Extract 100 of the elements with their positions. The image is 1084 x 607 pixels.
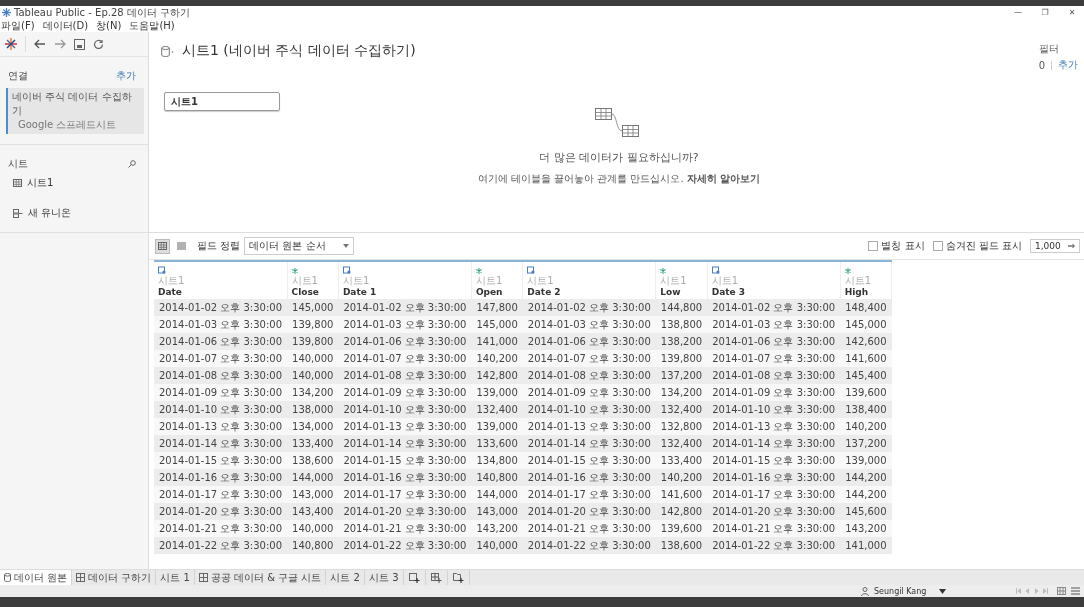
- add-connection-link[interactable]: 추가: [116, 69, 136, 83]
- table-cell: 139,800: [655, 350, 708, 367]
- table-cell: 2014-01-02 오후 3:30:00: [154, 299, 288, 316]
- table-cell: 137,200: [840, 435, 892, 452]
- table-cell: 2014-01-14 오후 3:30:00: [154, 435, 288, 452]
- sheet-tab[interactable]: 데이터 원본: [0, 570, 73, 585]
- table-cell: 2014-01-09 오후 3:30:00: [707, 384, 841, 401]
- table-cell: 2014-01-10 오후 3:30:00: [154, 401, 288, 418]
- search-icon[interactable]: [128, 160, 136, 168]
- table-cell: 138,600: [287, 452, 339, 469]
- table-cell: 133,400: [655, 452, 708, 469]
- calendar-icon: [527, 266, 536, 274]
- menu-item[interactable]: 파일(F): [1, 18, 35, 33]
- grid-icon: [158, 242, 167, 250]
- table-cell: 2014-01-03 오후 3:30:00: [338, 316, 472, 333]
- data-source-title[interactable]: 시트1 (네이버 주식 데이터 수집하기): [182, 42, 416, 60]
- table-cell: 2014-01-22 오후 3:30:00: [522, 537, 656, 554]
- filter-label: 필터: [1038, 43, 1059, 54]
- table-cell: 2014-01-13 오후 3:30:00: [154, 418, 288, 435]
- table-cell: 143,200: [840, 520, 892, 537]
- grid-view-icon[interactable]: [1057, 587, 1066, 595]
- app-logo-icon: [2, 8, 11, 17]
- grid-view-button[interactable]: [155, 238, 170, 254]
- table-cell: 2014-01-09 오후 3:30:00: [522, 384, 656, 401]
- table-cell: 2014-01-20 오후 3:30:00: [707, 503, 841, 520]
- table-cell: 139,800: [287, 333, 339, 350]
- refresh-icon[interactable]: [93, 38, 104, 50]
- table-cell: 145,400: [840, 367, 892, 384]
- dashboard-icon: [198, 573, 208, 582]
- window-control[interactable]: —: [1006, 8, 1030, 17]
- table-cell: 141,600: [655, 486, 708, 503]
- table-cell: 2014-01-21 오후 3:30:00: [707, 520, 841, 537]
- sheet-item[interactable]: 시트1: [27, 176, 54, 190]
- table-cell: 147,800: [471, 299, 523, 316]
- table-cell: 2014-01-06 오후 3:30:00: [522, 333, 656, 350]
- table-cell: 2014-01-22 오후 3:30:00: [154, 537, 288, 554]
- table-pill[interactable]: 시트1: [164, 92, 280, 111]
- menu-item[interactable]: 창(N): [96, 18, 122, 33]
- table-cell: 2014-01-13 오후 3:30:00: [338, 418, 472, 435]
- add-filter-link[interactable]: 추가: [1058, 58, 1078, 72]
- sort-dropdown[interactable]: 데이터 원본 순서: [244, 237, 355, 255]
- table-cell: 2014-01-08 오후 3:30:00: [522, 367, 656, 384]
- table-cell: 140,000: [471, 537, 523, 554]
- back-icon[interactable]: [34, 39, 46, 49]
- table-cell: 2014-01-06 오후 3:30:00: [338, 333, 472, 350]
- checkbox[interactable]: [932, 241, 943, 251]
- table-cell: 137,200: [655, 367, 708, 384]
- table-cell: 2014-01-16 오후 3:30:00: [338, 469, 472, 486]
- menu-item[interactable]: 도움말(H): [129, 18, 175, 33]
- table-cell: 138,200: [655, 333, 708, 350]
- table-cell: 132,400: [471, 401, 523, 418]
- table-cell: 2014-01-13 오후 3:30:00: [522, 418, 656, 435]
- table-cell: 140,000: [287, 350, 339, 367]
- table-cell: 2014-01-10 오후 3:30:00: [707, 401, 841, 418]
- table-icon: [13, 179, 22, 187]
- table-cell: 2014-01-14 오후 3:30:00: [338, 435, 472, 452]
- save-icon[interactable]: [74, 38, 85, 50]
- table-cell: 2014-01-02 오후 3:30:00: [338, 299, 472, 316]
- table-cell: 148,400: [840, 299, 892, 316]
- table-cell: 2014-01-14 오후 3:30:00: [522, 435, 656, 452]
- checkbox[interactable]: [868, 241, 879, 251]
- table-cell: 2014-01-15 오후 3:30:00: [154, 452, 288, 469]
- table-cell: 2014-01-03 오후 3:30:00: [707, 316, 841, 333]
- table-cell: 139,600: [655, 520, 708, 537]
- table-cell: 2014-01-16 오후 3:30:00: [707, 469, 841, 486]
- table-cell: 143,000: [471, 503, 523, 520]
- learn-more-link[interactable]: 자세히 알아보기: [686, 173, 761, 184]
- table-cell: 145,600: [840, 503, 892, 520]
- table-cell: 139,000: [840, 452, 892, 469]
- table-cell: 141,600: [840, 350, 892, 367]
- table-cell: 2014-01-08 오후 3:30:00: [154, 367, 288, 384]
- table-cell: 138,800: [655, 316, 708, 333]
- window-control[interactable]: ✕: [1060, 8, 1084, 17]
- user-name[interactable]: Seungil Kang: [874, 586, 934, 596]
- table-cell: 140,000: [287, 520, 339, 537]
- table-cell: 133,600: [471, 435, 523, 452]
- rows-field[interactable]: 1,000 ⇒: [1030, 239, 1080, 253]
- table-cell: 2014-01-17 오후 3:30:00: [707, 486, 841, 503]
- table-cell: 2014-01-06 오후 3:30:00: [707, 333, 841, 350]
- table-cell: 2014-01-10 오후 3:30:00: [522, 401, 656, 418]
- table-cell: 2014-01-20 오후 3:30:00: [522, 503, 656, 520]
- table-cell: 139,000: [471, 418, 523, 435]
- table-cell: 143,400: [287, 503, 339, 520]
- table-cell: 140,800: [287, 537, 339, 554]
- union-icon: [13, 208, 23, 218]
- window-control[interactable]: ❐: [1033, 8, 1057, 17]
- caret-icon[interactable]: [939, 588, 946, 594]
- table-cell: 144,000: [471, 486, 523, 503]
- table-cell: 143,200: [471, 520, 523, 537]
- table-cell: 145,000: [287, 299, 339, 316]
- menu-item[interactable]: 데이터(D): [42, 18, 89, 33]
- table-cell: 2014-01-17 오후 3:30:00: [522, 486, 656, 503]
- table-cell: 2014-01-21 오후 3:30:00: [154, 520, 288, 537]
- connection-item[interactable]: 네이버 주식 데이터 수집하기 Google 스프레드시트: [6, 88, 144, 134]
- table-cell: 2014-01-09 오후 3:30:00: [338, 384, 472, 401]
- table-cell: 138,600: [655, 537, 708, 554]
- table-cell: 2014-01-15 오후 3:30:00: [338, 452, 472, 469]
- tableau-logo-icon[interactable]: [5, 38, 17, 50]
- forward-icon[interactable]: [54, 39, 66, 49]
- sheet-item[interactable]: 새 유니온: [28, 206, 72, 220]
